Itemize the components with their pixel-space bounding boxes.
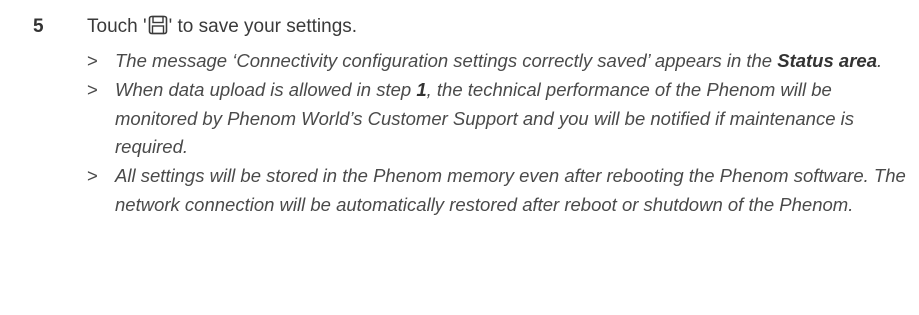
step-instruction: Touch ' ' to save your settings. (87, 14, 357, 43)
result-text: All settings will be stored in the Pheno… (115, 165, 906, 215)
step-text-after: ' to save your settings. (168, 16, 358, 37)
result-marker: > (87, 50, 98, 71)
result-text: When data upload is allowed in step (115, 78, 417, 100)
result-marker: > (87, 78, 98, 100)
result-text: The message ‘Connectivity configuration … (115, 50, 778, 71)
result-item: > All settings will be stored in the Phe… (87, 162, 913, 220)
save-icon (148, 15, 168, 43)
result-text-end: . (876, 50, 883, 71)
step-text-before: Touch ' (87, 16, 147, 37)
status-area-term: Status area (777, 50, 877, 71)
step-reference: 1 (416, 78, 427, 100)
result-item: > The message ‘Connectivity configuratio… (87, 47, 913, 76)
step-results: > The message ‘Connectivity configuratio… (87, 47, 913, 220)
result-marker: > (87, 165, 98, 187)
step-number: 5 (33, 16, 44, 37)
result-item: > When data upload is allowed in step 1,… (87, 76, 913, 162)
